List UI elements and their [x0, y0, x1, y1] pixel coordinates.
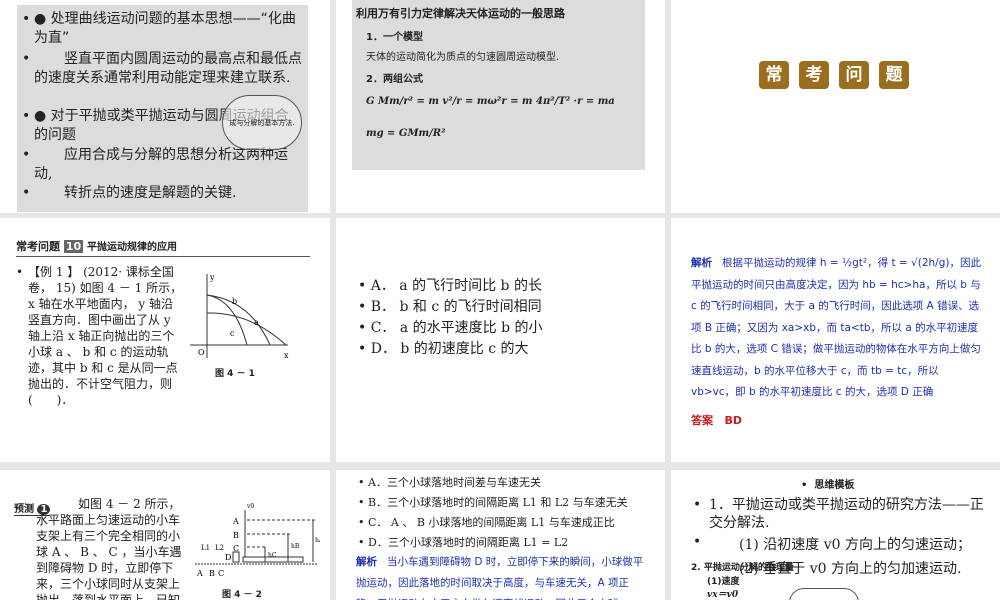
slide-thumbnail-7[interactable]: 预测 1 如图 4 － 2 所示，水平路面上匀速运动的小车支架上有三个完全相同的… [0, 470, 330, 600]
slide-thumbnail-3[interactable]: 常考问题 [671, 0, 1000, 213]
overlay-heading: 2. 平抛运动分解的物理量 [691, 563, 794, 573]
options-list: • A．三个小球落地时间差与车速无关 • B．三个小球落地时的间隔距离 L1 和… [358, 473, 663, 553]
obstacle-label: D [225, 553, 231, 562]
example-text: • 【例 1 】 (2012· 课标全国卷， 15) 如图 4 － 1 所示， x… [16, 265, 233, 407]
axis-label-y: y [209, 273, 215, 282]
curve-label: a [254, 318, 259, 327]
option-c: • C． A 、 B 小球落地的间隔距离 L1 与车速成正比 [358, 516, 615, 529]
stamp: 常 [759, 61, 789, 89]
distance-label: L1 [201, 544, 210, 552]
answer: 答案 BD [691, 414, 743, 427]
option-a: • A．三个小球落地时间差与车速无关 [358, 476, 541, 489]
origin-label: O [198, 348, 205, 357]
curve-label: b [232, 297, 237, 306]
figure-caption: 图 4 － 1 [215, 369, 255, 379]
height-label: hB [291, 543, 300, 550]
thought-cloud: 成与分解的基本方法. [222, 95, 302, 150]
slide-thumbnail-9[interactable]: • 思维模板 • 1．平抛运动或类平抛运动的研究方法——正交分解法. • (1) 沿… [671, 470, 1000, 600]
option-a: • A． a 的飞行时间比 b 的长 [358, 278, 542, 294]
height-label: hA [315, 537, 320, 544]
solution-text: 解析 当小车遇到障碍物 D 时，立即停下来的瞬间，小球做平抛运动，因此落地的时间取… [356, 556, 644, 600]
ball-label: B [233, 531, 239, 540]
solution-text: 解析 根据平抛运动的规律 h = ½gt²，得 t = √(2h/g)，因此平抛运… [691, 257, 981, 398]
distance-label: L2 [215, 544, 224, 552]
options-list: • A． a 的飞行时间比 b 的长 • B． b 和 c 的飞行时间相同 • … [358, 276, 658, 360]
section-title: 2．两组公式 [366, 74, 423, 85]
formula: vx＝v0 [707, 590, 739, 600]
slide-thumbnail-1[interactable]: • ● 处理曲线运动问题的基本思想——“化曲为直” • 竖直平面内圆周运动的最高点和… [0, 0, 330, 213]
heading: • 思维模板 [801, 480, 855, 491]
figure-caption: 图 4 － 2 [222, 590, 262, 600]
problem-text: 如图 4 － 2 所示，水平路面上匀速运动的小车支架上有三个完全相同的小球 A … [36, 497, 182, 600]
ball-label: C [233, 544, 239, 553]
number-badge: 10 [63, 240, 84, 253]
trajectory-figure: y x O a b c [190, 273, 289, 360]
svg-text:A: A [196, 569, 203, 578]
slide-thumbnail-6[interactable]: 解析 根据平抛运动的规律 h = ½gt²，得 t = √(2h/g)，因此平抛运… [671, 218, 1000, 462]
subheading: (1)速度 [707, 577, 740, 587]
slide-thumbnail-5[interactable]: • A． a 的飞行时间比 b 的长 • B． b 和 c 的飞行时间相同 • … [336, 218, 665, 462]
thought-cloud [789, 588, 859, 600]
bullet: • 竖直平面内圆周运动的最高点和最低点的速度关系通常利用动能定理来建立联系. [22, 51, 302, 86]
option-b: • B．三个小球落地时的间隔距离 L1 和 L2 与车速无关 [358, 496, 628, 509]
formula: G Mm/r² = m v²/r = mω²r = m 4π²/T² ·r = … [366, 96, 615, 107]
slide-thumbnail-4[interactable]: 常考问题 10 平抛运动规律的应用 • 【例 1 】 (2012· 课标全国卷， … [0, 218, 330, 462]
option-b: • B． b 和 c 的飞行时间相同 [358, 299, 542, 315]
svg-text:B: B [209, 569, 215, 578]
bullet: • 转折点的速度是解题的关键. [22, 185, 237, 201]
axis-label-x: x [284, 351, 289, 360]
stamp: 问 [839, 61, 869, 89]
velocity-label: v0 [246, 503, 254, 510]
bullet: • (1) 沿初速度 v0 方向上的匀速运动； [693, 534, 971, 553]
option-d: • D． b 的初速度比 c 的大 [358, 341, 529, 357]
bullet: • ● 处理曲线运动问题的基本思想——“化曲为直” [22, 11, 296, 46]
bullet: • 应用合成与分解的思想分析这两种运动, [22, 147, 288, 182]
option-c: • C． a 的水平速度比 b 的小 [358, 320, 543, 336]
slide-thumbnail-8[interactable]: • A．三个小球落地时间差与车速无关 • B．三个小球落地时的间隔距离 L1 和… [336, 470, 665, 600]
cart-figure: ABC D v0 hAhBhC L1L2 ABC [195, 503, 320, 578]
heading: 利用万有引力定律解决天体运动的一般思路 [356, 7, 565, 20]
bullet: • 1．平抛运动或类平抛运动的研究方法——正交分解法. [693, 497, 984, 531]
text: 天体的运动简化为质点的匀速圆周运动模型. [366, 52, 560, 63]
stamp: 考 [799, 61, 829, 89]
content-box [352, 0, 645, 170]
stamp: 题 [879, 61, 909, 89]
height-label: hC [268, 552, 277, 559]
svg-text:C: C [218, 569, 224, 578]
slide-title: 常考问题 10 平抛运动规律的应用 [16, 238, 310, 257]
formula: mg = GMm/R² [366, 128, 446, 139]
option-d: • D．三个小球落地时的间隔距离 L1 = L2 [358, 536, 569, 549]
slide-thumbnail-2[interactable]: 利用万有引力定律解决天体运动的一般思路 1．一个模型 天体的运动简化为质点的匀速… [336, 0, 665, 213]
ball-label: A [232, 517, 239, 526]
section-title: 1．一个模型 [366, 32, 423, 43]
stamp-title: 常考问题 [759, 61, 919, 89]
curve-label: c [230, 329, 235, 338]
